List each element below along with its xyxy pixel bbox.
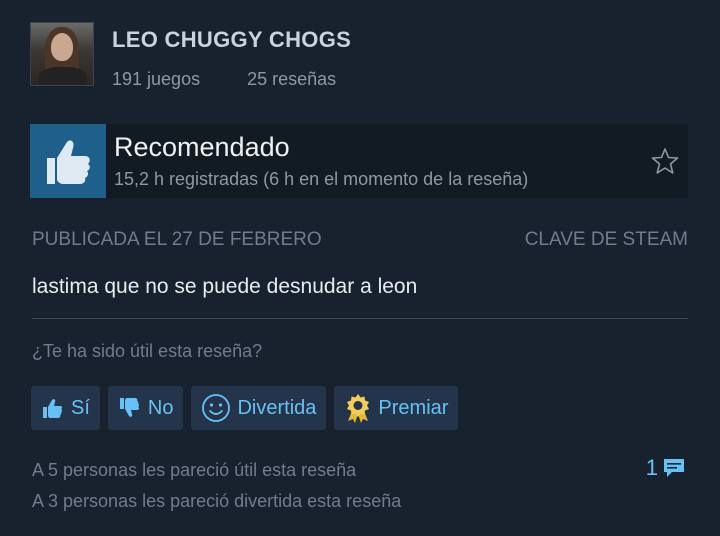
comment-count: 1 bbox=[645, 455, 658, 480]
reviews-count[interactable]: 25 reseñas bbox=[247, 69, 336, 89]
posted-date: PUBLICADA EL 27 DE FEBRERO bbox=[32, 229, 322, 250]
review-body: lastima que no se puede desnudar a leon bbox=[32, 275, 418, 298]
funny-count: A 3 personas les pareció divertida esta … bbox=[32, 491, 402, 511]
helpful-count: A 5 personas les pareció útil esta reseñ… bbox=[32, 460, 357, 480]
thumbs-down-icon bbox=[118, 397, 142, 419]
vote-yes-label: Sí bbox=[71, 396, 90, 419]
recommendation-box: Recomendado 15,2 h registradas (6 h en e… bbox=[30, 124, 688, 198]
recommendation-title: Recomendado bbox=[114, 132, 290, 162]
vote-no-button[interactable]: No bbox=[107, 386, 184, 430]
user-stats: 191 juegos 25 reseñas bbox=[112, 69, 378, 90]
vote-yes-button[interactable]: Sí bbox=[31, 386, 100, 430]
feedback-buttons: Sí No Divertida Premiar bbox=[31, 386, 466, 430]
star-icon[interactable] bbox=[650, 146, 680, 181]
vote-summary: A 5 personas les pareció útil esta reseñ… bbox=[32, 455, 401, 517]
smiley-icon bbox=[201, 393, 231, 423]
thumbs-up-icon bbox=[41, 397, 65, 419]
award-icon bbox=[344, 393, 372, 423]
hours-played: 15,2 h registradas (6 h en el momento de… bbox=[114, 169, 529, 189]
games-count[interactable]: 191 juegos bbox=[112, 69, 200, 89]
award-label: Premiar bbox=[378, 396, 449, 419]
review-author-header: LEO CHUGGY CHOGS 191 juegos 25 reseñas bbox=[30, 22, 378, 90]
award-button[interactable]: Premiar bbox=[334, 386, 459, 430]
review-meta-row: PUBLICADA EL 27 DE FEBRERO CLAVE DE STEA… bbox=[32, 229, 688, 251]
helpful-question: ¿Te ha sido útil esta reseña? bbox=[32, 341, 263, 361]
vote-funny-label: Divertida bbox=[237, 396, 317, 419]
thumbs-up-icon bbox=[30, 124, 106, 198]
comments-link[interactable]: 1 bbox=[646, 455, 686, 481]
product-source: CLAVE DE STEAM bbox=[524, 229, 688, 250]
username[interactable]: LEO CHUGGY CHOGS bbox=[112, 27, 378, 53]
user-meta: LEO CHUGGY CHOGS 191 juegos 25 reseñas bbox=[112, 22, 378, 90]
recommendation-text: Recomendado 15,2 h registradas (6 h en e… bbox=[114, 132, 528, 190]
user-avatar[interactable] bbox=[30, 22, 94, 86]
vote-funny-button[interactable]: Divertida bbox=[191, 386, 327, 430]
comment-bubble-icon bbox=[662, 457, 686, 479]
vote-no-label: No bbox=[147, 396, 174, 419]
divider bbox=[32, 318, 688, 319]
